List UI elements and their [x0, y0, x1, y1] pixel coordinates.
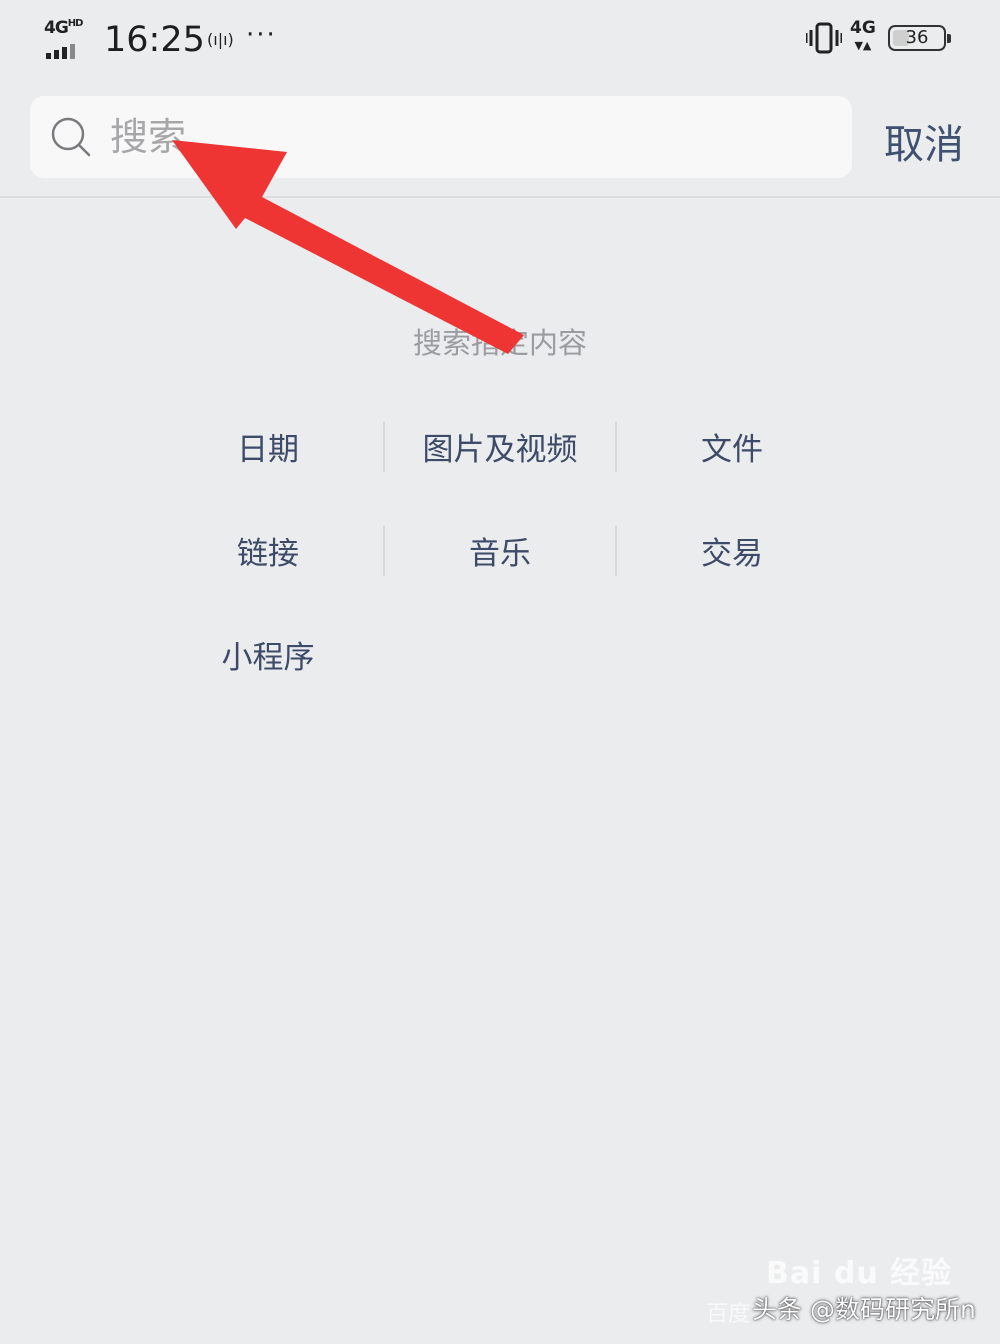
- header-divider: [0, 196, 1000, 198]
- category-mini-programs[interactable]: 小程序: [152, 606, 384, 710]
- search-hint: 搜索指定内容: [412, 326, 587, 360]
- category-row: 链接 音乐 交易: [152, 502, 848, 606]
- network-hd: HD: [67, 18, 84, 29]
- category-links[interactable]: 链接: [152, 502, 384, 606]
- more-notifications-icon: ···: [246, 20, 277, 50]
- category-date[interactable]: 日期: [152, 398, 384, 502]
- search-icon: [51, 117, 91, 157]
- vibrate-icon: [806, 22, 842, 54]
- cancel-button[interactable]: 取消: [884, 112, 964, 170]
- signal-icon: 4GHD: [44, 18, 90, 59]
- author-credit: 头条 @数码研究所n: [752, 1295, 976, 1324]
- baidu-watermark: Bai du 经验: [766, 1256, 953, 1291]
- mobile-data-icon: 4G ▼▲: [850, 18, 876, 53]
- category-transactions[interactable]: 交易: [616, 502, 848, 606]
- clock: 16:25: [104, 20, 205, 60]
- battery-level: 36: [905, 27, 929, 48]
- category-photos-videos[interactable]: 图片及视频: [384, 398, 616, 502]
- search-bar[interactable]: [30, 96, 852, 178]
- network-type: 4G: [44, 18, 69, 38]
- category-files[interactable]: 文件: [616, 398, 848, 502]
- category-row: 日期 图片及视频 文件: [152, 398, 848, 502]
- data-type: 4G: [850, 18, 876, 38]
- search-input[interactable]: [110, 106, 810, 168]
- nfc-icon: (ı|ı): [207, 30, 234, 49]
- status-bar: 4GHD 16:25 (ı|ı) ··· 4G ▼▲ 36: [0, 0, 1000, 80]
- category-grid: 日期 图片及视频 文件 链接 音乐 交易 小程序: [152, 398, 848, 710]
- baidu-watermark-sub: 百度: [706, 1302, 751, 1327]
- category-row: 小程序: [152, 606, 848, 710]
- category-music[interactable]: 音乐: [384, 502, 616, 606]
- battery-icon: 36: [888, 25, 951, 51]
